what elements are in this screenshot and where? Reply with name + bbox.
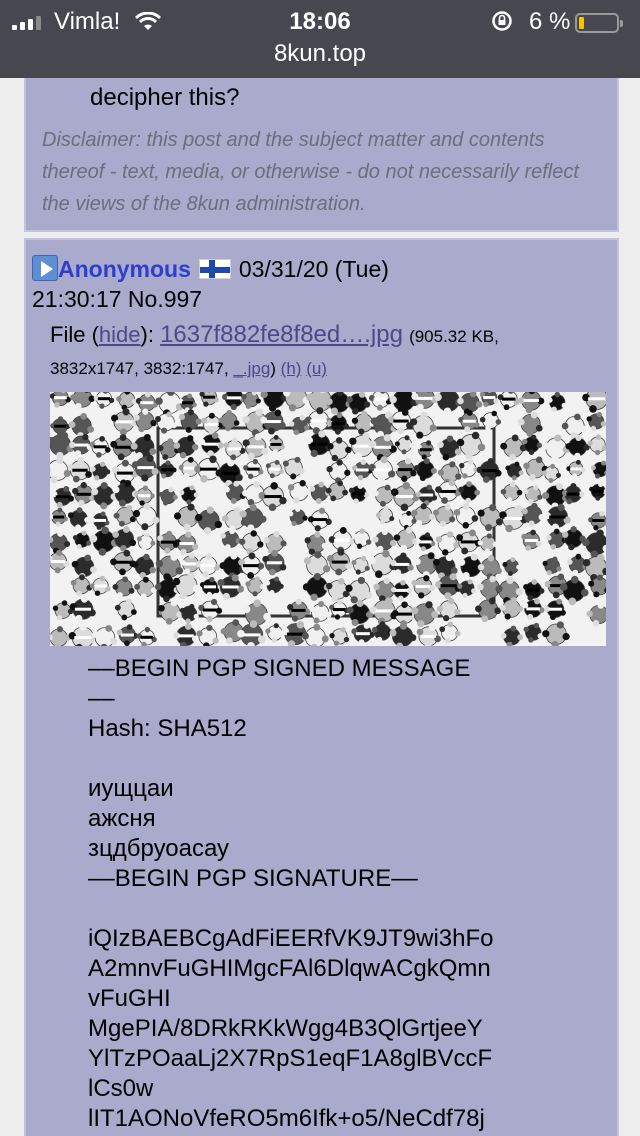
rotation-lock-icon — [492, 11, 512, 31]
file-name-link[interactable]: 1637f882fe8f8ed….jpg — [160, 321, 403, 348]
message-line: иущцаи — [88, 775, 174, 802]
message-line: зцдбруоасау — [88, 835, 230, 862]
message-line — [88, 894, 608, 924]
u-link[interactable]: (u) — [306, 359, 327, 378]
attached-image[interactable] — [50, 392, 606, 646]
post-body-text: decipher this? — [90, 84, 240, 111]
message-line: –– — [88, 685, 115, 712]
hide-link[interactable]: hide — [99, 322, 141, 347]
post-time: 21:30:17 — [32, 286, 122, 312]
post-number[interactable]: No.997 — [128, 286, 202, 312]
message-line: Hash: SHA512 — [88, 715, 247, 742]
message-line: MgePIA/8DRkRKkWgg4B3QlGrtjeeY — [88, 1015, 483, 1042]
message-line: vFuGHI — [88, 985, 171, 1012]
file-label: File — [50, 322, 86, 347]
message-line: ––BEGIN PGP SIGNATURE–– — [88, 865, 418, 892]
h-link[interactable]: (h) — [281, 359, 302, 378]
message-line: lIT1AONoVfeRO5m6Ifk+o5/NeCdf78j — [88, 1105, 485, 1132]
poster-name[interactable]: Anonymous — [58, 256, 191, 282]
message-line: ––BEGIN PGP SIGNED MESSAGE — [88, 655, 471, 682]
message-line: lCs0w — [88, 1075, 154, 1102]
battery-icon — [575, 13, 623, 33]
message-line: YlTzPOaaLj2X7RpS1eqF1A8glBVccF — [88, 1045, 493, 1072]
address-bar-url[interactable]: 8kun.top — [0, 40, 640, 68]
browser-top-bar: Vimla! 18:06 6 % 8kun.top — [0, 0, 640, 78]
post-message: ––BEGIN PGP SIGNED MESSAGE –– Hash: SHA512… — [88, 654, 608, 1134]
post-header: Anonymous 03/31/20 (Tue) 21:30:17 No.997 — [32, 254, 612, 314]
original-filename-link[interactable]: _.jpg — [233, 359, 270, 378]
post: Anonymous 03/31/20 (Tue) 21:30:17 No.997 … — [24, 238, 619, 1136]
post-date: 03/31/20 (Tue) — [238, 256, 389, 282]
file-info: File (hide): 1637f882fe8f8ed….jpg (905.3… — [50, 321, 499, 378]
file-size: (905.32 KB, — [409, 327, 499, 346]
file-dimensions: 3832x1747, 3832:1747, — [50, 359, 229, 378]
message-line — [88, 744, 608, 774]
message-line: iQIzBAEBCgAdFiEERfVK9JT9wi3hFo — [88, 925, 494, 952]
finland-flag-icon — [198, 259, 231, 279]
battery-percent: 6 % — [529, 8, 571, 35]
message-line: ажсня — [88, 805, 156, 832]
disclaimer-text: Disclaimer: this post and the subject ma… — [42, 129, 579, 215]
message-line: A2mnvFuGHIMgcFAl6DlqwACgkQmn — [88, 955, 491, 982]
play-icon[interactable] — [32, 255, 58, 281]
status-bar: Vimla! 18:06 6 % — [0, 6, 640, 36]
